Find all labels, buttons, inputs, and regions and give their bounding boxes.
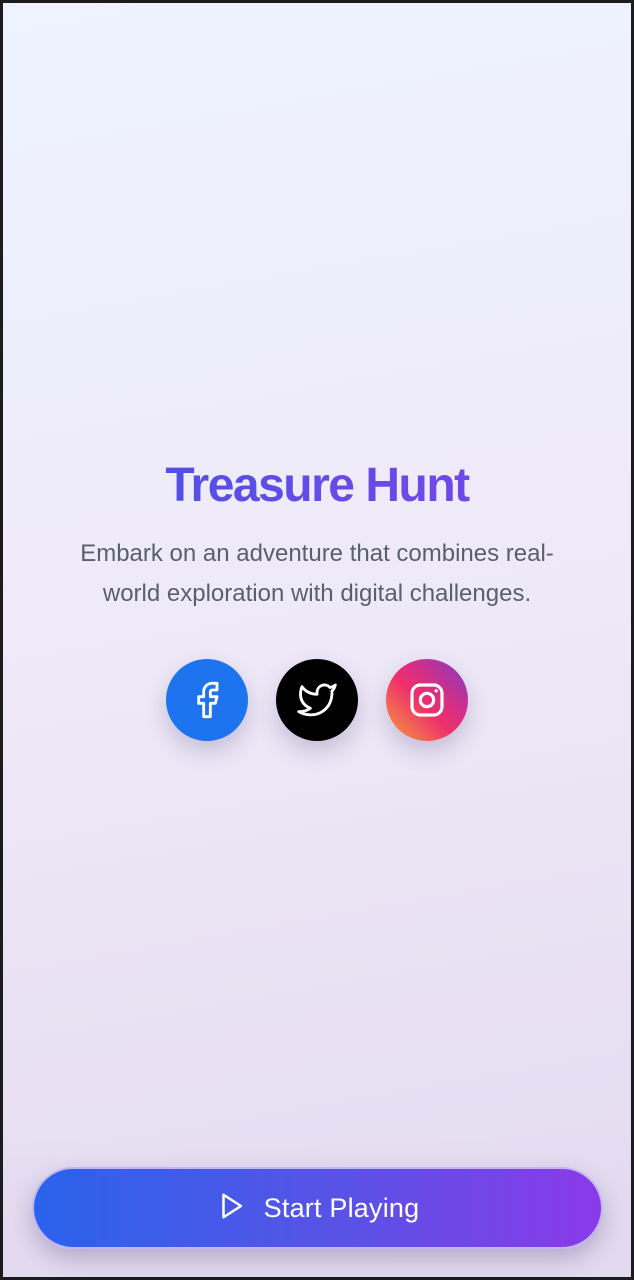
facebook-icon bbox=[187, 680, 227, 720]
twitter-icon bbox=[297, 680, 337, 720]
hero-section: Treasure Hunt Embark on an adventure tha… bbox=[3, 458, 631, 741]
page-description: Embark on an adventure that combines rea… bbox=[80, 540, 554, 607]
play-icon bbox=[216, 1191, 246, 1226]
app-screen: Treasure Hunt Embark on an adventure tha… bbox=[0, 0, 634, 1280]
social-links bbox=[3, 659, 631, 741]
facebook-button[interactable] bbox=[166, 659, 248, 741]
twitter-button[interactable] bbox=[276, 659, 358, 741]
instagram-button[interactable] bbox=[386, 659, 468, 741]
page-title: Treasure Hunt bbox=[3, 458, 631, 514]
start-playing-label: Start Playing bbox=[263, 1192, 420, 1223]
instagram-icon bbox=[407, 680, 447, 720]
start-playing-button[interactable]: Start Playing bbox=[32, 1167, 603, 1249]
